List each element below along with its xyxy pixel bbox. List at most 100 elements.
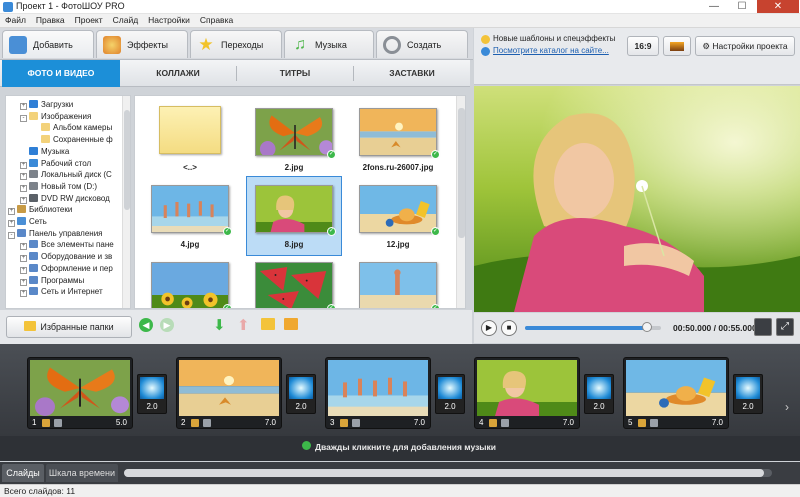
timeline-slide[interactable]: 4 7.0 xyxy=(474,357,580,429)
slide-sound-icon[interactable] xyxy=(501,419,509,427)
menu-settings[interactable]: Настройки xyxy=(143,14,195,27)
tree-item[interactable]: + Сеть и Интернет xyxy=(20,286,103,298)
stop-icon[interactable]: ■ xyxy=(501,320,517,336)
expand-toggle-icon[interactable]: + xyxy=(20,196,27,204)
timeline-transition[interactable]: 2.0 xyxy=(733,374,763,414)
expand-toggle-icon[interactable]: + xyxy=(20,266,27,274)
expand-toggle-icon[interactable]: + xyxy=(20,184,27,192)
tree-item[interactable]: + Сеть xyxy=(8,216,47,227)
slide-sound-icon[interactable] xyxy=(352,419,360,427)
forward-arrow-icon[interactable]: ▶ xyxy=(160,318,174,332)
folder-tree[interactable]: + Загрузки - Изображения Альбом камеры Сохран… xyxy=(5,95,131,309)
tree-item[interactable]: + Новый том (D:) xyxy=(20,181,97,192)
menu-project[interactable]: Проект xyxy=(70,14,108,27)
file-thumbnail[interactable]: ✓ 4.jpg xyxy=(143,177,237,255)
edit-slide-icon[interactable] xyxy=(191,419,199,427)
timeline-transition[interactable]: 2.0 xyxy=(584,374,614,414)
tree-item[interactable]: + Локальный диск (C xyxy=(20,169,112,181)
menu-edit[interactable]: Правка xyxy=(31,14,70,27)
expand-toggle-icon[interactable]: + xyxy=(20,173,27,181)
expand-toggle-icon[interactable]: + xyxy=(20,161,27,169)
subtab-collages[interactable]: КОЛЛАЖИ xyxy=(120,60,236,87)
add-folder-icon[interactable] xyxy=(261,318,275,330)
file-thumbnail[interactable]: ✓ 2fons.ru-26007.jpg xyxy=(351,100,445,178)
tree-item[interactable]: + Рабочий стол xyxy=(20,158,91,169)
tree-item[interactable]: - Изображения xyxy=(20,111,91,122)
tree-item[interactable]: - Панель управления xyxy=(8,228,103,239)
menu-help[interactable]: Справка xyxy=(195,14,238,27)
file-thumbnail[interactable]: ✓ xyxy=(143,254,237,308)
subtab-titles[interactable]: ТИТРЫ xyxy=(237,60,353,87)
tree-item[interactable]: + Оборудование и зв xyxy=(20,251,112,263)
timeline-next-arrow-icon[interactable]: › xyxy=(785,400,789,414)
timeline-transition[interactable]: 2.0 xyxy=(286,374,316,414)
play-icon[interactable]: ▶ xyxy=(481,320,497,336)
expand-toggle-icon[interactable]: + xyxy=(20,243,27,251)
timeline-transition[interactable]: 2.0 xyxy=(435,374,465,414)
tree-item[interactable]: + Загрузки xyxy=(20,99,73,110)
timeline-slide[interactable]: 2 7.0 xyxy=(176,357,282,429)
tab-effects[interactable]: Эффекты xyxy=(96,30,188,58)
tab-timeline[interactable]: Шкала времени xyxy=(46,464,118,482)
expand-toggle-icon[interactable]: + xyxy=(20,290,27,298)
file-thumbnail[interactable]: ✓ xyxy=(351,254,445,308)
parent-folder-item[interactable]: <..> xyxy=(143,100,237,178)
timeline-slide[interactable]: 1 5.0 xyxy=(27,357,133,429)
edit-slide-icon[interactable] xyxy=(489,419,497,427)
tree-item[interactable]: Музыка xyxy=(20,146,69,157)
scrollbar-thumb[interactable] xyxy=(124,110,130,210)
timeline-slide[interactable]: 3 7.0 xyxy=(325,357,431,429)
aspect-ratio-button[interactable]: 16:9 xyxy=(627,36,659,56)
tab-transitions[interactable]: ★ Переходы xyxy=(190,30,282,58)
seek-track[interactable] xyxy=(525,326,661,330)
expand-toggle-icon[interactable]: - xyxy=(20,114,27,122)
catalog-link[interactable]: Посмотрите каталог на сайте... xyxy=(493,46,609,55)
tab-music[interactable]: ♫ Музыка xyxy=(284,30,374,58)
maximize-button[interactable]: ☐ xyxy=(728,0,756,13)
edit-slide-icon[interactable] xyxy=(340,419,348,427)
expand-toggle-icon[interactable]: + xyxy=(8,220,15,227)
edit-slide-icon[interactable] xyxy=(42,419,50,427)
tab-add[interactable]: Добавить xyxy=(2,30,94,58)
tab-slides[interactable]: Слайды xyxy=(2,464,44,482)
tree-item[interactable]: + Оформление и пер xyxy=(20,263,113,274)
tree-item[interactable]: + Программы xyxy=(20,275,84,286)
fullscreen-icon[interactable]: ⤢ xyxy=(776,318,794,336)
project-settings-button[interactable]: ⚙ Настройки проекта xyxy=(695,36,795,56)
expand-toggle-icon[interactable]: + xyxy=(20,255,27,263)
add-down-arrow-icon[interactable]: ⬇ xyxy=(213,316,226,334)
tree-item[interactable]: Сохраненные ф xyxy=(32,134,113,145)
slide-sound-icon[interactable] xyxy=(650,419,658,427)
favorite-folder-icon[interactable] xyxy=(284,318,298,330)
tree-item[interactable]: + Библиотеки xyxy=(8,204,72,216)
tree-item[interactable]: + DVD RW дисковод xyxy=(20,193,110,204)
grid-scrollbar[interactable] xyxy=(456,96,465,308)
expand-toggle-icon[interactable]: + xyxy=(20,278,27,286)
file-thumbnail[interactable]: ✓ 2.jpg xyxy=(247,100,341,178)
file-thumbnail[interactable]: ✓ 12.jpg xyxy=(351,177,445,255)
scrollbar-thumb[interactable] xyxy=(458,108,465,238)
edit-slide-icon[interactable] xyxy=(638,419,646,427)
timeline-scrollbar[interactable] xyxy=(124,469,772,477)
slide-sound-icon[interactable] xyxy=(203,419,211,427)
subtab-photo-video[interactable]: ФОТО И ВИДЕО xyxy=(2,60,120,87)
close-button[interactable]: ✕ xyxy=(757,0,799,13)
menu-slide[interactable]: Слайд xyxy=(108,14,144,27)
snapshot-camera-icon[interactable] xyxy=(754,318,772,336)
slide-sound-icon[interactable] xyxy=(54,419,62,427)
menu-file[interactable]: Файл xyxy=(0,14,31,27)
tree-scrollbar[interactable] xyxy=(122,96,130,308)
file-thumbnail[interactable]: ✓ 8.jpg xyxy=(246,176,342,256)
timeline-transition[interactable]: 2.0 xyxy=(137,374,167,414)
tree-item[interactable]: + Все элементы пане xyxy=(20,239,114,251)
expand-toggle-icon[interactable]: + xyxy=(8,208,15,216)
file-grid[interactable]: <..> ✓ 2.jpg ✓ 2fons.ru-26007.jpg ✓ 4.jpg ✓ 8.jp… xyxy=(134,95,466,309)
file-thumbnail[interactable]: ✓ xyxy=(247,254,341,308)
expand-toggle-icon[interactable]: + xyxy=(20,103,27,110)
expand-toggle-icon[interactable]: - xyxy=(8,231,15,239)
minimize-button[interactable]: — xyxy=(700,0,728,13)
scrollbar-thumb[interactable] xyxy=(124,469,764,477)
timeline-slide[interactable]: 5 7.0 xyxy=(623,357,729,429)
back-arrow-icon[interactable]: ◀ xyxy=(139,318,153,332)
tab-create[interactable]: Создать xyxy=(376,30,468,58)
